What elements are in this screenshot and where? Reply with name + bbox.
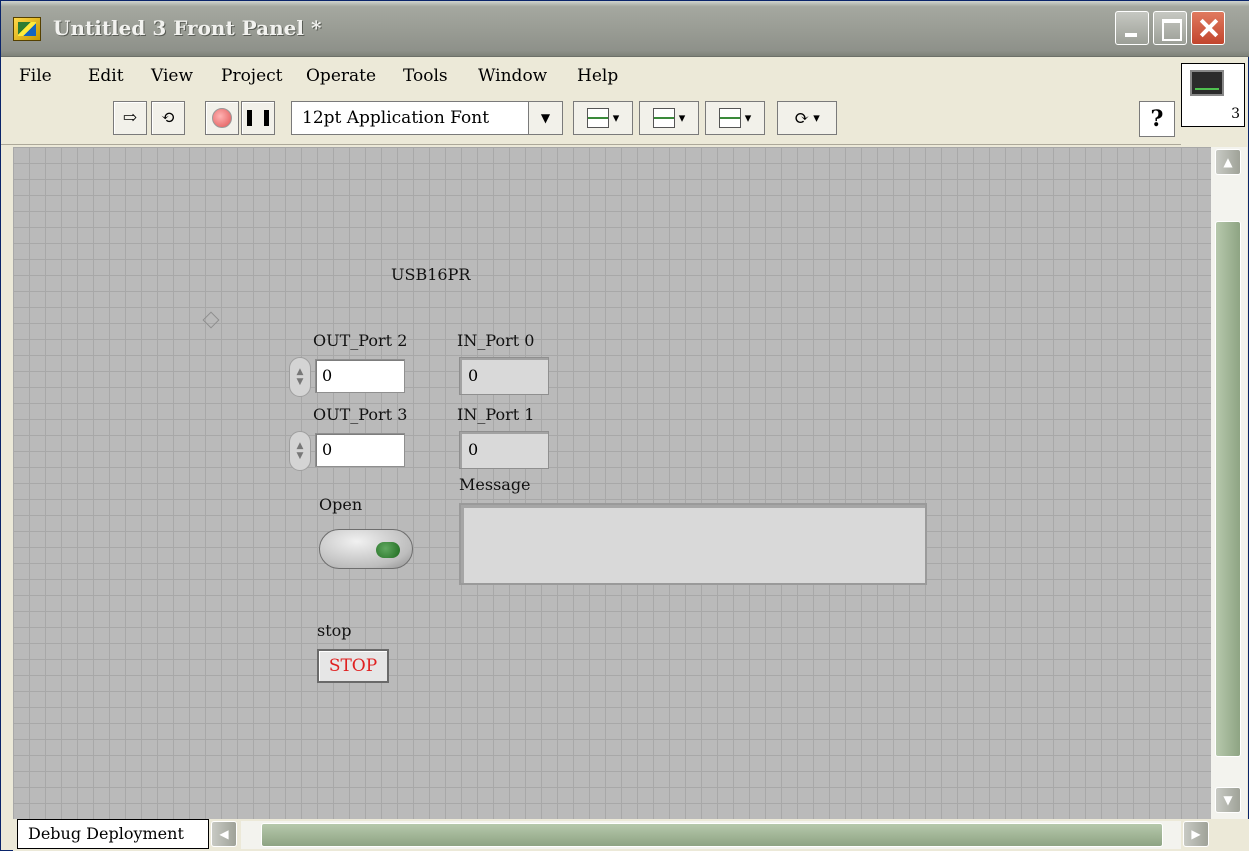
scroll-down-icon[interactable]: ▼ <box>1215 787 1241 813</box>
in-port1-label: IN_Port 1 <box>457 405 535 424</box>
front-panel[interactable]: USB16PR OUT_Port 2 ▲ ▼ 0 IN_Port 0 0 OUT_… <box>13 147 1211 819</box>
menu-tools[interactable]: Tools <box>403 66 448 86</box>
stop-button[interactable]: STOP <box>317 649 389 683</box>
bottom-bar: Debug Deployment ◀ ▶ <box>13 819 1249 851</box>
maximize-button[interactable] <box>1153 11 1187 45</box>
pause-button[interactable] <box>241 101 275 135</box>
stop-label: stop <box>317 621 352 640</box>
run-button[interactable]: ⇨ <box>113 101 147 135</box>
font-select-value: 12pt Application Font <box>302 108 490 128</box>
align-icon <box>586 108 609 128</box>
resize-objects-button[interactable]: ▾ <box>705 101 765 135</box>
panel-title: USB16PR <box>391 265 471 284</box>
reorder-icon: ⟳ <box>794 107 810 129</box>
vi-icon[interactable]: 3 <box>1181 63 1245 127</box>
menu-window[interactable]: Window <box>478 66 547 86</box>
horizontal-scroll-thumb[interactable] <box>261 823 1163 847</box>
run-continuously-button[interactable]: ⟲ <box>151 101 185 135</box>
chevron-down-icon[interactable]: ▼ <box>528 102 562 134</box>
abort-button[interactable] <box>205 101 239 135</box>
scroll-left-icon[interactable]: ◀ <box>211 821 237 847</box>
app-window: Untitled 3 Front Panel * File Edit View … <box>0 0 1249 851</box>
menu-file[interactable]: File <box>19 66 52 86</box>
in-port0-indicator: 0 <box>459 357 549 395</box>
labview-app-icon[interactable] <box>13 17 41 41</box>
menu-help[interactable]: Help <box>577 66 618 86</box>
distribute-objects-button[interactable]: ▾ <box>639 101 699 135</box>
resize-icon <box>718 108 741 128</box>
distribute-icon <box>652 108 675 128</box>
led-indicator-icon <box>376 542 400 558</box>
message-indicator <box>459 503 927 585</box>
font-select[interactable]: 12pt Application Font ▼ <box>291 101 563 135</box>
vi-icon-number: 3 <box>1231 106 1240 122</box>
menu-edit[interactable]: Edit <box>88 66 124 86</box>
waveform-icon <box>1190 70 1224 96</box>
out-port2-label: OUT_Port 2 <box>313 331 408 350</box>
close-button[interactable] <box>1191 11 1225 45</box>
window-title: Untitled 3 Front Panel * <box>53 16 322 40</box>
align-objects-button[interactable]: ▾ <box>573 101 633 135</box>
vertical-scroll-thumb[interactable] <box>1215 221 1241 757</box>
open-label: Open <box>319 495 363 514</box>
toolbar: ⇨ ⟲ 12pt Application Font ▼ ▾ ▾ ▾ ⟳ ▾ <box>1 93 1181 145</box>
run-arrow-icon: ⇨ <box>122 108 138 128</box>
message-label: Message <box>459 475 531 494</box>
title-bar[interactable]: Untitled 3 Front Panel * <box>1 1 1249 57</box>
out-port3-label: OUT_Port 3 <box>313 405 408 424</box>
context-help-button[interactable]: ? <box>1139 101 1175 137</box>
in-port1-indicator: 0 <box>459 431 549 469</box>
application-instance-label[interactable]: Debug Deployment <box>17 819 209 849</box>
out-port2-input[interactable]: 0 <box>315 359 405 393</box>
origin-marker-icon <box>202 311 220 329</box>
out-port3-increment-decrement[interactable]: ▲ ▼ <box>289 431 311 471</box>
help-icon: ? <box>1150 106 1164 132</box>
scroll-right-icon[interactable]: ▶ <box>1183 821 1209 847</box>
menu-operate[interactable]: Operate <box>306 66 376 86</box>
run-continuously-icon: ⟲ <box>160 108 176 128</box>
reorder-button[interactable]: ⟳ ▾ <box>777 101 837 135</box>
out-port3-input[interactable]: 0 <box>315 433 405 467</box>
menu-project[interactable]: Project <box>221 66 282 86</box>
menu-bar: File Edit View Project Operate Tools Win… <box>1 57 1181 93</box>
out-port2-increment-decrement[interactable]: ▲ ▼ <box>289 357 311 397</box>
in-port0-label: IN_Port 0 <box>457 331 535 350</box>
vertical-scrollbar[interactable]: ▲ ▼ <box>1211 147 1247 819</box>
menu-view[interactable]: View <box>151 66 193 86</box>
open-toggle-button[interactable] <box>319 529 413 569</box>
scroll-up-icon[interactable]: ▲ <box>1215 149 1241 175</box>
minimize-button[interactable] <box>1115 11 1149 45</box>
